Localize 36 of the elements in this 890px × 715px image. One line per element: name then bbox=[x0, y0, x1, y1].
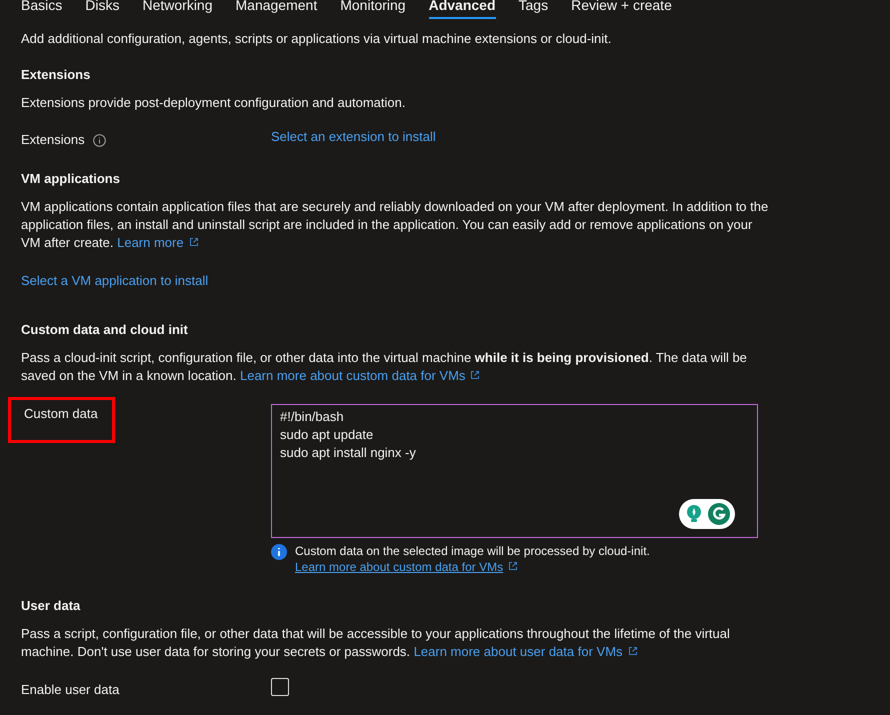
tab[interactable]: Disks bbox=[85, 0, 120, 19]
external-link-icon bbox=[508, 561, 518, 571]
section-description: Extensions provide post-deployment configuration and automation. bbox=[21, 94, 406, 112]
learn-more-link[interactable]: Learn more about user data for VMs bbox=[414, 644, 638, 659]
intro-text: Add additional configuration, agents, scripts or applications via virtual machine extensions or cloud-init. bbox=[21, 30, 612, 48]
field-label: Extensions bbox=[21, 131, 85, 149]
learn-more-link[interactable]: Learn more about custom data for VMs bbox=[240, 368, 480, 383]
info-icon bbox=[271, 544, 287, 560]
section-heading: VM applications bbox=[21, 170, 121, 188]
info-link[interactable]: Learn more about custom data for VMs bbox=[295, 560, 518, 574]
tab[interactable]: Networking bbox=[142, 0, 212, 19]
tab[interactable]: Advanced bbox=[428, 0, 496, 19]
tab[interactable]: Monitoring bbox=[340, 0, 406, 19]
info-message: Custom data on the selected image will be processed by cloud-init. bbox=[295, 543, 650, 559]
writing-assistant-icon[interactable] bbox=[679, 499, 735, 529]
tab[interactable]: Review + create bbox=[571, 0, 672, 19]
learn-more-link[interactable]: Learn more bbox=[117, 235, 199, 250]
tab[interactable]: Tags bbox=[518, 0, 548, 19]
section-description: Pass a script, configuration file, or other data that will be accessible to your applications throughout the lifetime of the virtual machine. Don't use user data for storing your secrets or passwords. Learn more about user data for VMs bbox=[21, 625, 731, 661]
tab[interactable]: Management bbox=[236, 0, 318, 19]
section-heading: Custom data and cloud init bbox=[21, 321, 189, 339]
section-heading: Extensions bbox=[21, 66, 92, 84]
checkbox[interactable] bbox=[271, 678, 289, 696]
info-icon bbox=[92, 134, 106, 146]
extension-link[interactable]: Select an extension to install bbox=[271, 128, 436, 146]
external-link-icon bbox=[188, 237, 199, 247]
external-link-icon bbox=[628, 646, 638, 656]
section-description: Pass a cloud-init script, configuration file, or other data into the virtual machine while it is being provisioned. The data will be saved on the VM in a known location. Learn more about custom data for VMs bbox=[21, 349, 748, 385]
section-description: VM applications contain application files that are securely and reliably downloaded on your VM after deployment. In addition to the application files, an install and uninstall script are included in the application. You can easily add or remove applications on your VM after create. Learn more bbox=[21, 198, 769, 252]
field-label: Custom data bbox=[8, 397, 115, 443]
vm-application-link[interactable]: Select a VM application to install bbox=[21, 273, 208, 288]
custom-data-field[interactable]: #!/bin/bash sudo apt update sudo apt install nginx -y bbox=[271, 404, 758, 538]
tab[interactable]: Basics bbox=[21, 0, 62, 19]
external-link-icon bbox=[470, 370, 480, 380]
section-heading: User data bbox=[21, 597, 82, 615]
field-label: Enable user data bbox=[21, 681, 120, 699]
